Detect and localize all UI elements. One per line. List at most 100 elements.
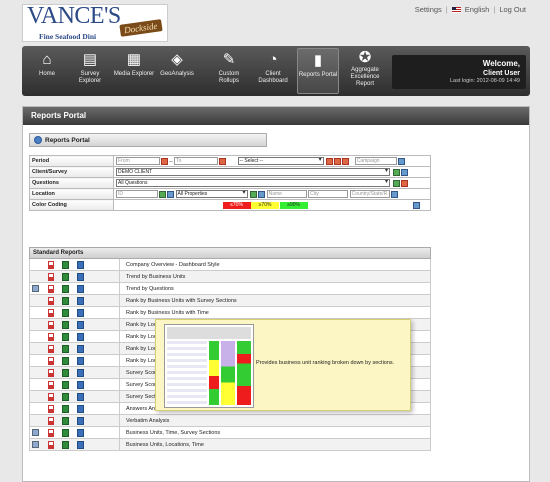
row-select-cell[interactable] [30,380,40,390]
pdf-icon[interactable] [48,404,54,413]
report-name[interactable]: Trend by Business Units [120,274,185,280]
edit-icon[interactable] [413,201,421,209]
report-name[interactable]: Company Overview - Dashboard Style [120,262,220,268]
word-icon[interactable] [77,428,84,437]
client-select[interactable]: DEMO CLIENT [116,168,390,176]
excel-icon[interactable] [62,344,69,353]
excel-icon[interactable] [62,272,69,281]
word-icon[interactable] [77,416,84,425]
row-select-cell[interactable] [30,332,40,342]
nav-reports-portal[interactable]: ▮ Reports Portal [297,48,339,94]
name-input[interactable]: Name [266,190,307,198]
search-icon[interactable] [397,157,405,165]
excel-icon[interactable] [62,380,69,389]
row-select-cell[interactable] [30,308,40,318]
report-row[interactable]: Business Units, Locations, Time [29,439,431,451]
list-icon[interactable] [250,190,258,198]
row-select-cell[interactable] [30,440,40,450]
word-icon[interactable] [77,344,84,353]
excel-icon[interactable] [62,296,69,305]
word-icon[interactable] [77,380,84,389]
yellow-threshold[interactable]: ≥70% [251,201,280,209]
nav-survey-explorer[interactable]: ▤ Survey Explorer [69,48,111,94]
report-name[interactable]: Rank by Loca [120,358,160,364]
row-select-cell[interactable] [30,356,40,366]
report-row[interactable]: Rank by Business Units with Time [29,307,431,319]
quarter-icon[interactable] [326,157,334,165]
quarter-icon[interactable] [342,157,350,165]
brand-logo[interactable]: VANCE'S Fine Seafood Dini Dockside [22,3,168,42]
excel-icon[interactable] [62,404,69,413]
word-icon[interactable] [77,332,84,341]
calendar-icon[interactable] [161,157,168,165]
list-icon[interactable] [392,179,400,187]
report-name[interactable]: Business Units, Locations, Time [120,442,204,448]
word-icon[interactable] [77,308,84,317]
row-select-cell[interactable] [30,296,40,306]
row-select-cell[interactable] [30,272,40,282]
red-threshold[interactable]: ≤70% [222,201,251,209]
report-name[interactable]: Business Units, Time, Survey Sections [120,430,220,436]
report-name[interactable]: Rank by Business Units with Time [120,310,209,316]
checkbox-icon[interactable] [31,429,39,436]
excel-icon[interactable] [62,260,69,269]
pdf-icon[interactable] [48,320,54,329]
word-icon[interactable] [77,404,84,413]
pdf-icon[interactable] [48,428,54,437]
row-select-cell[interactable] [30,260,40,270]
row-select-cell[interactable] [30,320,40,330]
nav-client-dashboard[interactable]: ◔ Client Dashboard [252,48,294,94]
row-select-cell[interactable] [30,404,40,414]
word-icon[interactable] [77,440,84,449]
word-icon[interactable] [77,392,84,401]
list-icon[interactable] [392,168,400,176]
country-input[interactable]: Country/State/R [349,190,390,198]
pdf-icon[interactable] [48,260,54,269]
checkbox-icon[interactable] [31,285,39,292]
pdf-icon[interactable] [48,344,54,353]
word-icon[interactable] [77,296,84,305]
pdf-icon[interactable] [48,440,54,449]
checkbox-icon[interactable] [31,441,39,448]
row-select-cell[interactable] [30,392,40,402]
pdf-icon[interactable] [48,308,54,317]
row-select-cell[interactable] [30,368,40,378]
pdf-icon[interactable] [48,284,54,293]
excel-icon[interactable] [62,416,69,425]
row-select-cell[interactable] [30,428,40,438]
green-threshold[interactable]: ≥90% [279,201,308,209]
report-row[interactable]: Business Units, Time, Survey Sections [29,427,431,439]
nav-home[interactable]: ⌂ Home [26,48,68,94]
report-name[interactable]: Rank by Loca [120,334,160,340]
word-icon[interactable] [77,260,84,269]
word-icon[interactable] [77,284,84,293]
nav-geoanalysis[interactable]: ◈ GeoAnalysis [156,48,198,94]
excel-icon[interactable] [62,356,69,365]
word-icon[interactable] [77,368,84,377]
excel-icon[interactable] [62,428,69,437]
word-icon[interactable] [77,320,84,329]
excel-icon[interactable] [62,284,69,293]
reports-portal-tab[interactable]: Reports Portal [29,133,267,147]
pdf-icon[interactable] [48,332,54,341]
row-select-cell[interactable] [30,344,40,354]
city-input[interactable]: City [308,190,349,198]
settings-link[interactable]: Settings [415,5,442,14]
report-row[interactable]: Trend by Business Units [29,271,431,283]
report-row[interactable]: Company Overview - Dashboard Style [29,259,431,271]
copy-icon[interactable] [400,168,408,176]
from-date-input[interactable]: From [116,157,160,165]
quarter-icon[interactable] [334,157,342,165]
excel-icon[interactable] [62,332,69,341]
period-select[interactable]: -- Select -- [237,157,324,165]
questions-select[interactable]: All Questions [116,179,390,187]
report-name[interactable]: Survey Secti [120,394,157,400]
pdf-icon[interactable] [48,380,54,389]
pdf-icon[interactable] [48,356,54,365]
nav-aggregate-excellence[interactable]: ✪ Aggregate Excellence Report [342,48,388,94]
report-row[interactable]: Rank by Business Units with Survey Secti… [29,295,431,307]
sort-icon[interactable] [258,190,266,198]
pdf-icon[interactable] [48,272,54,281]
excel-icon[interactable] [62,392,69,401]
search-icon[interactable] [167,190,174,198]
